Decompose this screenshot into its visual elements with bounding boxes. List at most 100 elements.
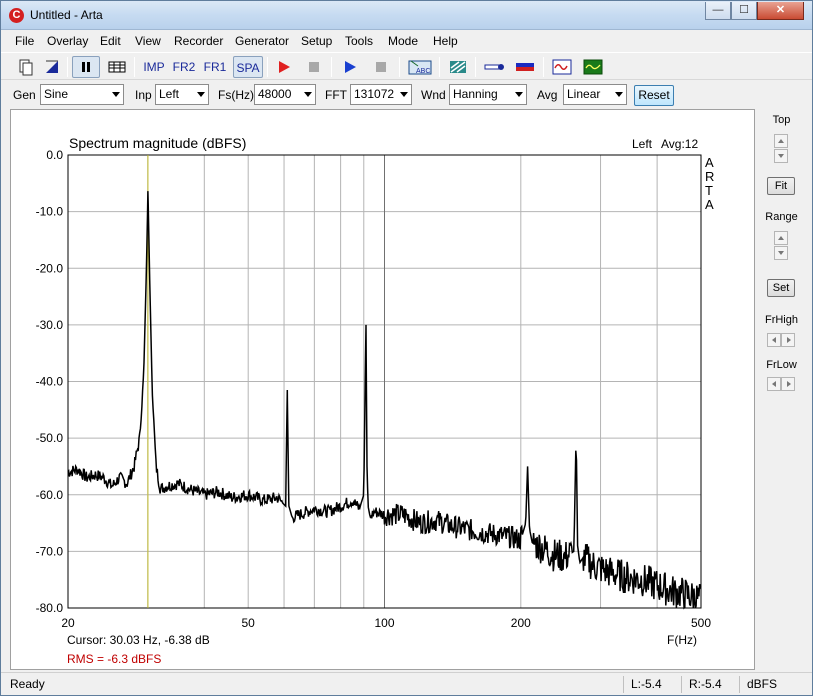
x-tick-label: 100 xyxy=(374,616,394,630)
frhigh-left-spinner[interactable] xyxy=(767,333,781,347)
fit-button[interactable]: Fit xyxy=(767,177,795,195)
minimize-button[interactable]: — xyxy=(705,2,731,20)
menu-file[interactable]: File xyxy=(15,34,34,48)
status-left-level: L:-5.4 xyxy=(631,677,662,691)
gen-label: Gen xyxy=(13,88,36,102)
sample-rate-select[interactable]: 48000 xyxy=(254,84,316,105)
fft-size-value: 131072 xyxy=(354,87,395,101)
spectrum-chart[interactable]: Spectrum magnitude (dBFS) Left Avg:12 A … xyxy=(11,110,754,669)
range-label: Range xyxy=(765,211,798,223)
generator-start-icon[interactable] xyxy=(339,56,361,78)
menu-bar: File Overlay Edit View Recorder Generato… xyxy=(1,31,812,51)
top-up-spinner[interactable] xyxy=(774,134,788,148)
app-window: C Untitled - Arta — ☐ ✕ File Overlay Edi… xyxy=(0,0,813,696)
y-tick-labels: 0.0 -10.0 -20.0 -30.0 -40.0 -50.0 -60.0 -70.0 -8… xyxy=(36,148,64,615)
fft-label: FFT xyxy=(325,88,347,102)
frlow-right-spinner[interactable] xyxy=(781,377,795,391)
spa-mode-button[interactable]: SPA xyxy=(233,56,263,78)
arta-logo-icon: C xyxy=(9,8,24,23)
x-axis-label: F(Hz) xyxy=(667,633,697,647)
toolbar-separator xyxy=(543,57,544,77)
imp-mode-button[interactable]: IMP xyxy=(141,56,167,78)
oscilloscope-icon[interactable] xyxy=(550,56,574,78)
x-tick-label: 200 xyxy=(511,616,531,630)
range-up-spinner[interactable] xyxy=(774,231,788,245)
generator-select[interactable]: Sine xyxy=(40,84,124,105)
fr1-mode-button[interactable]: FR1 xyxy=(201,56,229,78)
menu-edit[interactable]: Edit xyxy=(100,34,121,48)
range-down-spinner[interactable] xyxy=(774,246,788,260)
signal-monitor-icon[interactable] xyxy=(581,56,605,78)
menu-overlay[interactable]: Overlay xyxy=(47,34,88,48)
y-tick-label: 0.0 xyxy=(46,148,63,162)
averaging-select[interactable]: Linear xyxy=(563,84,627,105)
frhigh-label: FrHigh xyxy=(764,314,798,326)
input-select-value: Left xyxy=(159,87,180,101)
table-view-icon[interactable] xyxy=(105,56,129,78)
control-bar: Gen Sine Inp Left Fs(Hz) 48000 FFT 13107… xyxy=(1,82,812,108)
open-file-icon[interactable] xyxy=(41,56,63,78)
arrow-down-icon xyxy=(778,251,784,255)
side-panel: Top Fit Range Set FrHigh FrLow xyxy=(758,109,805,670)
chevron-down-icon xyxy=(400,92,408,97)
toolbar-separator xyxy=(399,57,400,77)
menu-generator[interactable]: Generator xyxy=(235,34,289,48)
frlow-left-spinner[interactable] xyxy=(767,377,781,391)
generator-stop-icon[interactable] xyxy=(370,56,392,78)
sample-rate-value: 48000 xyxy=(258,87,292,101)
y-tick-label: -50.0 xyxy=(36,431,64,445)
window-title: Untitled - Arta xyxy=(30,8,103,22)
frhigh-right-spinner[interactable] xyxy=(781,333,795,347)
record-start-icon[interactable] xyxy=(273,56,295,78)
menu-tools[interactable]: Tools xyxy=(345,34,373,48)
record-stop-icon[interactable] xyxy=(303,56,325,78)
y-tick-label: -70.0 xyxy=(36,544,64,558)
audio-devices-icon[interactable]: ABC xyxy=(406,56,434,78)
plot-area[interactable]: Spectrum magnitude (dBFS) Left Avg:12 A … xyxy=(10,109,755,670)
chevron-down-icon xyxy=(197,92,205,97)
fr2-mode-button[interactable]: FR2 xyxy=(170,56,198,78)
menu-view[interactable]: View xyxy=(135,34,161,48)
close-button[interactable]: ✕ xyxy=(757,2,804,20)
menu-mode[interactable]: Mode xyxy=(388,34,418,48)
channel-label: Left xyxy=(632,137,653,151)
chart-title: Spectrum magnitude (dBFS) xyxy=(69,135,246,151)
averaging-value: Linear xyxy=(567,87,601,101)
new-document-icon[interactable] xyxy=(15,56,37,78)
watermark-letter: R xyxy=(705,169,714,184)
inp-label: Inp xyxy=(135,88,152,102)
arrow-left-icon xyxy=(772,337,776,343)
maximize-button[interactable]: ☐ xyxy=(731,2,757,20)
y-tick-label: -10.0 xyxy=(36,205,64,219)
abc-icon-label: ABC xyxy=(416,68,430,75)
menu-setup[interactable]: Setup xyxy=(301,34,332,48)
input-select[interactable]: Left xyxy=(155,84,209,105)
y-tick-label: -30.0 xyxy=(36,318,64,332)
toolbar-separator xyxy=(475,57,476,77)
avg-count-label: Avg:12 xyxy=(661,137,698,151)
calibration-icon[interactable] xyxy=(447,56,469,78)
pause-button[interactable] xyxy=(72,56,100,78)
toolbar-separator xyxy=(331,57,332,77)
toolbar-separator xyxy=(67,57,68,77)
status-unit: dBFS xyxy=(747,677,778,691)
probe-icon[interactable] xyxy=(482,56,506,78)
top-down-spinner[interactable] xyxy=(774,149,788,163)
toolbar-separator xyxy=(439,57,440,77)
set-button[interactable]: Set xyxy=(767,279,795,297)
y-tick-label: -20.0 xyxy=(36,261,64,275)
level-meter-icon[interactable] xyxy=(513,56,537,78)
chevron-down-icon xyxy=(304,92,312,97)
menu-recorder[interactable]: Recorder xyxy=(174,34,223,48)
window-function-select[interactable]: Hanning xyxy=(449,84,527,105)
status-separator xyxy=(681,676,682,693)
arrow-left-icon xyxy=(772,381,776,387)
reset-button[interactable]: Reset xyxy=(634,85,674,106)
title-bar[interactable]: C Untitled - Arta — ☐ ✕ xyxy=(1,1,812,30)
frlow-label: FrLow xyxy=(766,359,797,371)
arrow-right-icon xyxy=(787,337,791,343)
menu-help[interactable]: Help xyxy=(433,34,458,48)
avg-label: Avg xyxy=(537,88,558,102)
window-function-value: Hanning xyxy=(453,87,498,101)
fft-size-select[interactable]: 131072 xyxy=(350,84,412,105)
